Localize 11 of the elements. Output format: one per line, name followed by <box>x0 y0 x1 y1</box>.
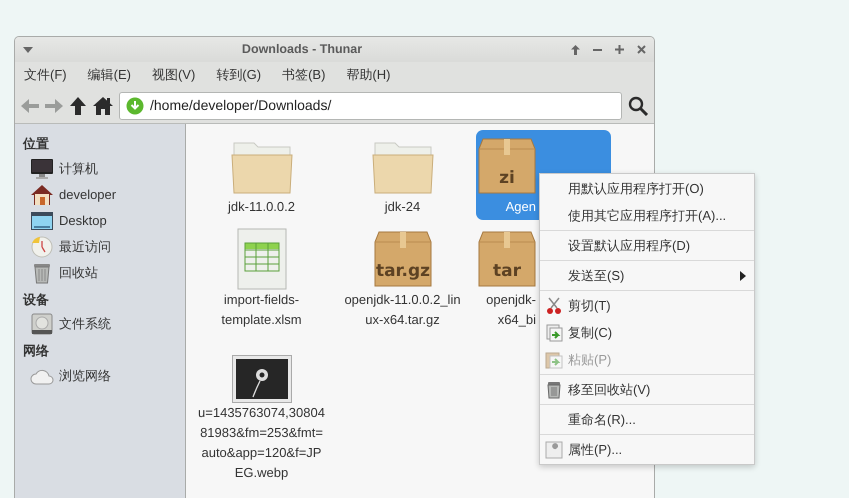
file-name: u=1435763074,30804 81983&fm=253&fmt= auto&app=120&f=JP EG.webp <box>198 404 325 482</box>
file-name: Agen <box>506 198 536 216</box>
file-name: import-fields- template.xlsm <box>221 291 302 329</box>
window-title: Downloads - Thunar <box>242 41 362 58</box>
section-heading: 位置 <box>22 135 50 153</box>
file-name: jdk-11.0.0.2 <box>228 198 295 216</box>
file-name: jdk-24 <box>384 198 420 216</box>
section-heading: 设备 <box>22 290 50 308</box>
file-name: openjdk-11.0.0.2_lin ux-x64.tar.gz <box>344 291 461 329</box>
file-name: openjdk- x64_bi <box>486 291 536 329</box>
section-heading: 网络 <box>22 342 50 360</box>
